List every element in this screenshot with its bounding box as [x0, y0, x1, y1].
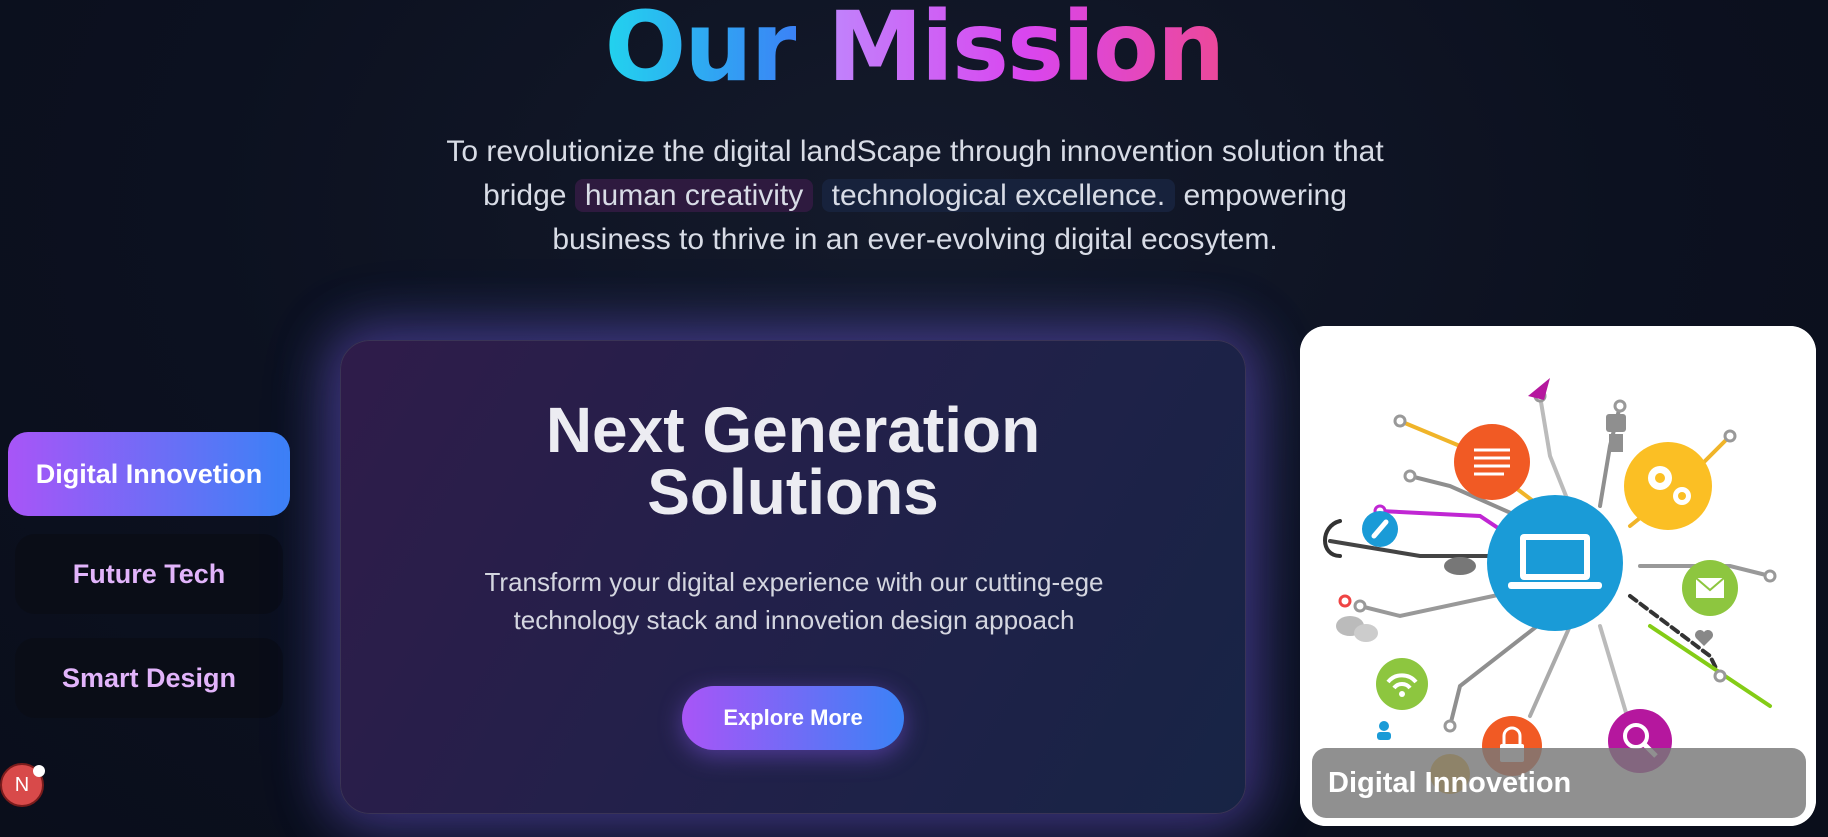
mission-title: Our Mission: [0, 0, 1828, 102]
mission-bridge: bridge: [483, 179, 567, 212]
nav-digital-innovetion[interactable]: Digital Innovetion: [8, 432, 290, 516]
highlight-technological-excellence: technological excellence.: [821, 179, 1176, 212]
nav-smart-design[interactable]: Smart Design: [15, 638, 283, 718]
title-word-our: Our: [605, 0, 798, 103]
hero-desc-line-1: Transform your digital experience with o…: [484, 567, 1104, 597]
hero-description: Transform your digital experience with o…: [441, 563, 1147, 639]
mission-statement: To revolutionize the digital landScape t…: [380, 130, 1450, 262]
mission-line-3: business to thrive in an ever-evolving d…: [552, 223, 1278, 256]
hero-desc-line-2: technology stack and innovetion design a…: [513, 605, 1075, 635]
mission-line-1: To revolutionize the digital landScape t…: [446, 135, 1384, 168]
dev-badge-indicator-icon: [33, 765, 45, 777]
nav-future-tech[interactable]: Future Tech: [15, 534, 283, 614]
mission-empowering: empowering: [1183, 179, 1347, 212]
hero-title: Next Generation Solutions: [341, 398, 1245, 524]
hero-card: Next Generation Solutions Transform your…: [340, 340, 1246, 814]
title-word-mission: Mission: [827, 0, 1225, 103]
explore-more-button[interactable]: Explore More: [682, 686, 904, 750]
image-caption: Digital Innovetion: [1312, 748, 1806, 818]
highlight-human-creativity: human creativity: [574, 179, 814, 212]
image-card[interactable]: Digital Innovetion: [1300, 326, 1816, 826]
hero-title-line-2: Solutions: [647, 456, 939, 528]
